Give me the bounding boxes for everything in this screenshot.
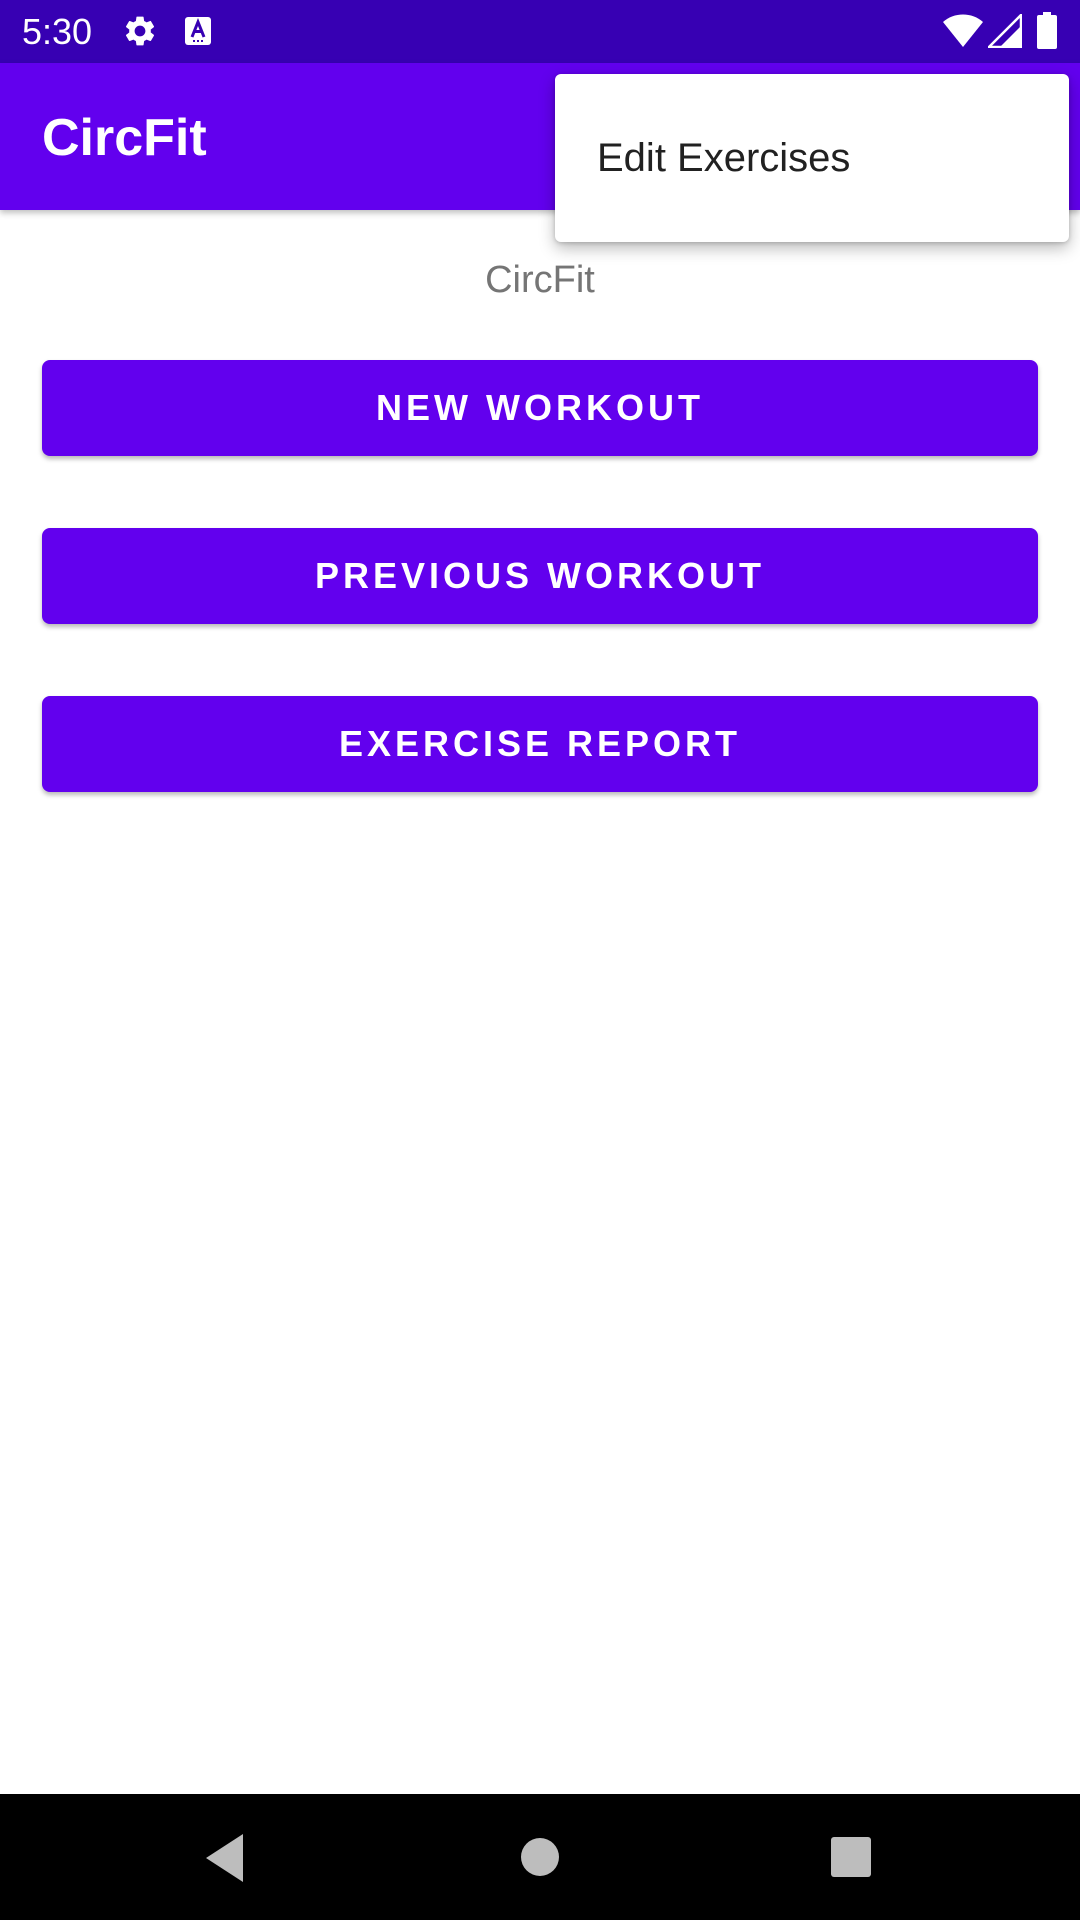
cell-signal-icon xyxy=(988,14,1022,48)
keyboard-a-icon xyxy=(185,17,211,45)
overflow-menu: Edit Exercises xyxy=(555,74,1069,242)
previous-workout-button[interactable]: PREVIOUS WORKOUT xyxy=(42,528,1038,624)
status-bar: 5:30 xyxy=(0,0,1080,63)
back-button[interactable] xyxy=(155,1794,295,1920)
wifi-icon xyxy=(943,14,983,47)
recents-icon xyxy=(831,1837,871,1877)
back-icon xyxy=(206,1834,243,1882)
status-time: 5:30 xyxy=(22,11,93,52)
menu-item-label: Edit Exercises xyxy=(597,136,851,180)
app-title: CircFit xyxy=(42,109,207,167)
home-icon xyxy=(521,1838,559,1876)
menu-item-edit-exercises[interactable]: Edit Exercises xyxy=(555,74,1069,242)
exercise-report-button[interactable]: EXERCISE REPORT xyxy=(42,696,1038,792)
recents-button[interactable] xyxy=(781,1794,921,1920)
navigation-bar xyxy=(0,1794,1080,1920)
page-heading: CircFit xyxy=(485,259,595,301)
gear-icon xyxy=(125,16,155,46)
battery-icon xyxy=(1037,12,1057,49)
new-workout-button[interactable]: NEW WORKOUT xyxy=(42,360,1038,456)
home-button[interactable] xyxy=(470,1794,610,1920)
